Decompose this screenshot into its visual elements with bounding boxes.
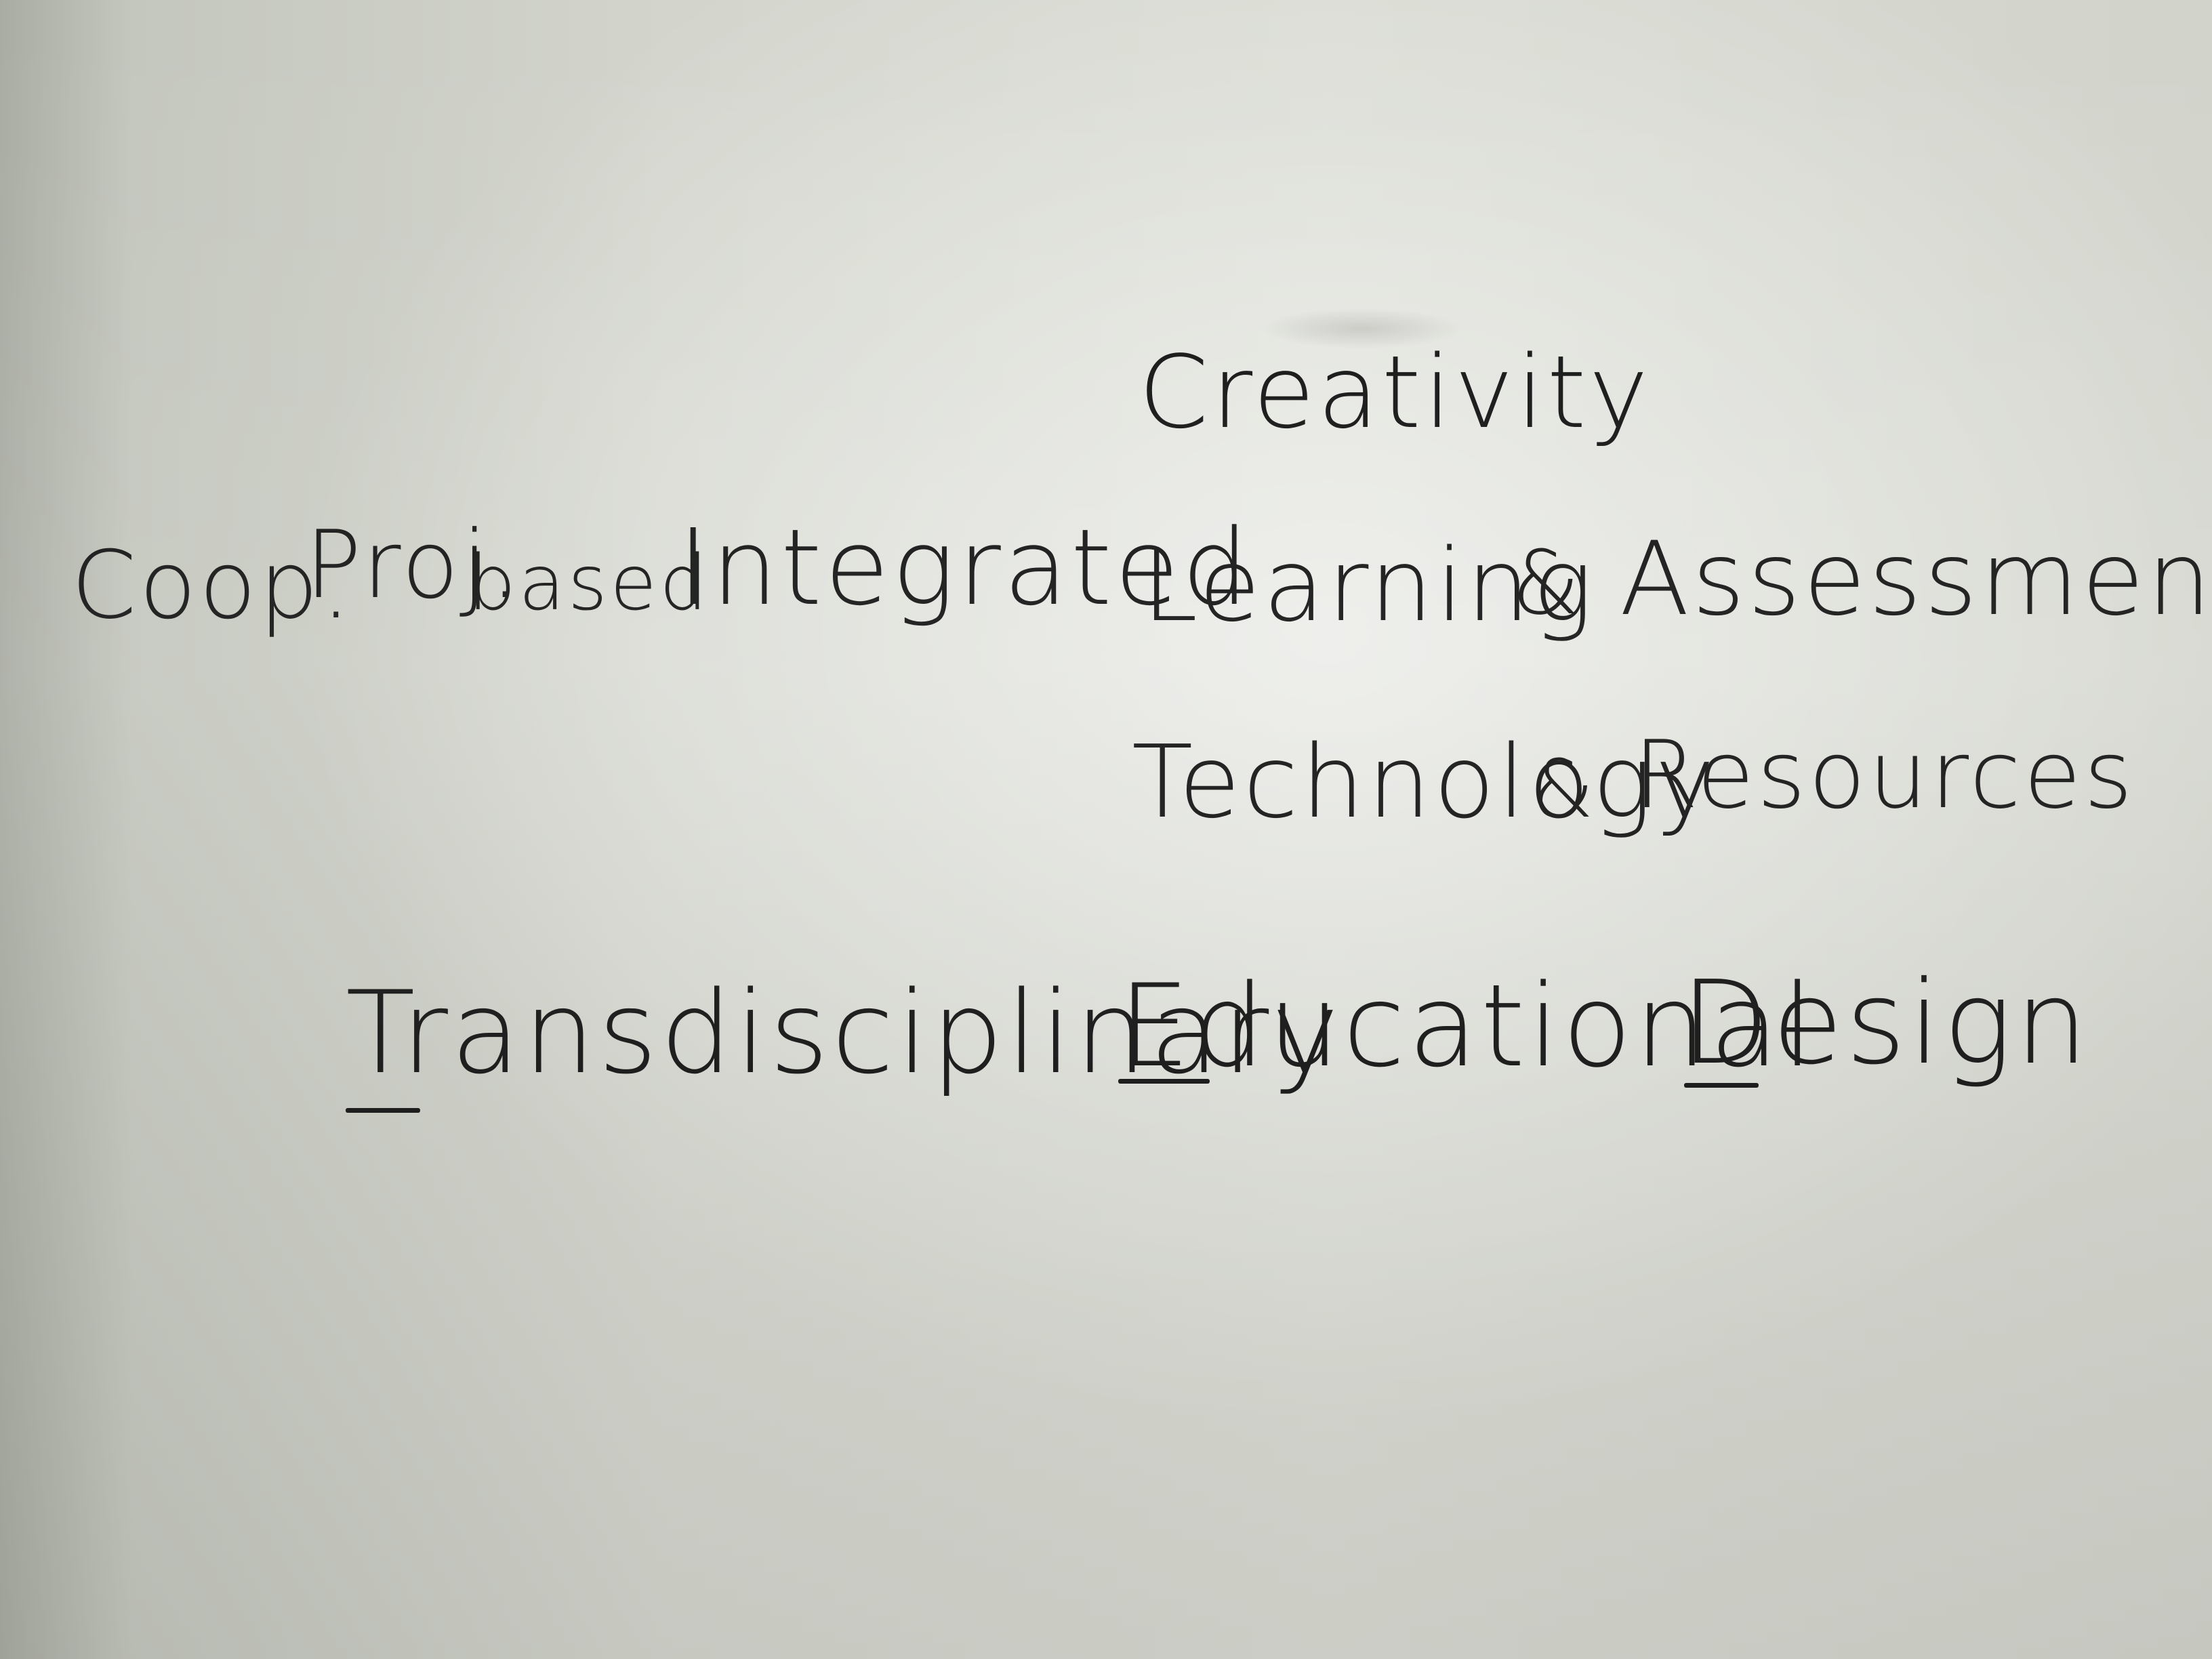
word-creativity: Creativity [1139,334,1652,451]
word-technology: Technology [1132,724,1717,840]
word-transdisciplinary: Transdisciplinary [346,966,1342,1099]
word-learning: Learning [1142,527,1596,644]
underline-ed [1118,1079,1210,1084]
word-assessment: Assessment [1620,520,2212,638]
underline-t [346,1108,420,1113]
word-based: based [468,539,711,628]
word-coop: Coop. [71,531,354,640]
ampersand-technology-resources: & [1532,742,1597,836]
ampersand-learning-assessment: & [1511,531,1583,634]
underline-d [1684,1083,1759,1088]
word-educational: Educational [1118,960,1817,1092]
word-resources: Resources [1633,720,2135,830]
word-proj: Proj. [305,510,523,619]
eraser-smudge [1261,308,1464,349]
word-integrated: Integrated [678,506,1252,629]
whiteboard-surface: Creativity Coop. Proj. based Integrated … [0,0,2212,1659]
word-design: Design [1681,956,2091,1090]
